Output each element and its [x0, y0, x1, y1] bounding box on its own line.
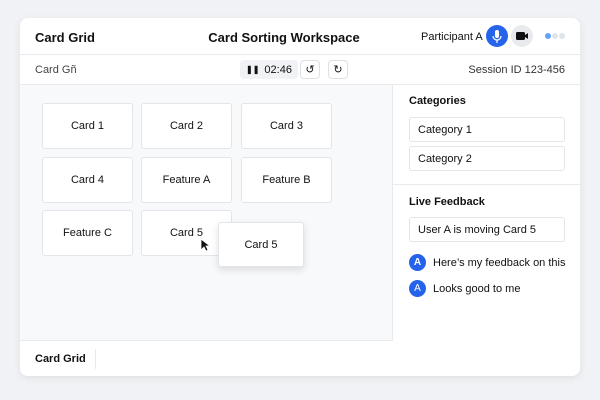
avatar: A: [409, 254, 426, 271]
undo-button[interactable]: ↺: [300, 60, 320, 79]
live-feedback-heading: Live Feedback: [409, 196, 485, 208]
breadcrumb: Card Gñ: [35, 64, 77, 76]
avatar: A: [409, 280, 426, 297]
feedback-item: A Looks good to me: [409, 280, 520, 297]
video-camera-icon: [516, 32, 528, 40]
participant-name: Participant A: [421, 31, 483, 43]
session-timer[interactable]: ❚❚ 02:46: [240, 60, 298, 79]
app-window: Card Grid Card Sorting Workspace Partici…: [20, 18, 580, 376]
category-item[interactable]: Category 1: [409, 117, 565, 142]
mouse-cursor-icon: [200, 238, 210, 252]
camera-button[interactable]: [511, 25, 533, 47]
card[interactable]: Card 1: [42, 103, 133, 149]
header: Card Grid Card Sorting Workspace Partici…: [20, 18, 580, 55]
card[interactable]: Card 3: [241, 103, 332, 149]
card[interactable]: Feature A: [141, 157, 232, 203]
footer-bar: Card Grid: [20, 340, 393, 376]
microphone-button[interactable]: [486, 25, 508, 47]
feedback-text: Here’s my feedback on this: [433, 256, 566, 269]
undo-icon: ↺: [305, 64, 315, 76]
footer-label: Card Grid: [35, 353, 86, 365]
dragged-card[interactable]: Card 5: [218, 222, 304, 267]
feedback-text: Looks good to me: [433, 282, 521, 295]
card-grid-area: Card 1 Card 2 Card 3 Card 4 Feature A Fe…: [20, 85, 393, 376]
card[interactable]: Card 4: [42, 157, 133, 203]
microphone-icon: [492, 29, 502, 43]
category-item[interactable]: Category 2: [409, 146, 565, 171]
feedback-status: User A is moving Card 5: [409, 217, 565, 242]
redo-button[interactable]: ↻: [328, 60, 348, 79]
categories-heading: Categories: [409, 95, 466, 107]
connection-status-dots: [545, 33, 565, 39]
side-panel: Categories Category 1 Category 2 Live Fe…: [393, 85, 580, 376]
timer-value: 02:46: [264, 63, 292, 76]
divider: [393, 184, 580, 185]
session-id: Session ID 123-456: [468, 64, 565, 76]
card[interactable]: Card 2: [141, 103, 232, 149]
pause-icon: ❚❚: [246, 65, 260, 74]
card[interactable]: Feature C: [42, 210, 133, 256]
redo-icon: ↻: [333, 64, 343, 76]
card[interactable]: Feature B: [241, 157, 332, 203]
divider: [95, 349, 96, 369]
toolbar: Card Gñ ❚❚ 02:46 ↺ ↻ Session ID 123-456: [20, 55, 580, 85]
feedback-item: A Here’s my feedback on this: [409, 254, 565, 271]
